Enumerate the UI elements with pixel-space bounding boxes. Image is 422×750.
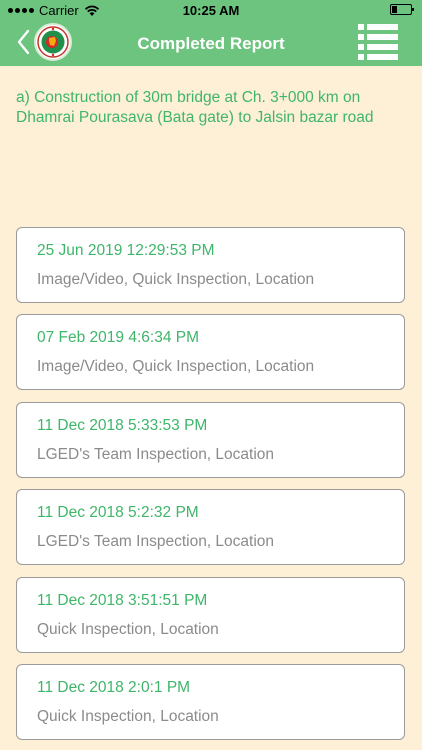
report-date: 25 Jun 2019 12:29:53 PM (37, 242, 215, 259)
report-date: 11 Dec 2018 3:51:51 PM (37, 592, 208, 609)
report-card[interactable]: 07 Feb 2019 4:6:34 PM Image/Video, Quick… (16, 314, 405, 390)
report-card[interactable]: 11 Dec 2018 5:2:32 PM LGED's Team Inspec… (16, 489, 405, 565)
status-bar: Carrier 10:25 AM (0, 0, 422, 20)
report-types: Image/Video, Quick Inspection, Location (37, 358, 315, 375)
project-title: a) Construction of 30m bridge at Ch. 3+0… (16, 89, 374, 126)
menu-button[interactable] (358, 24, 398, 60)
navigation-bar: Completed Report (0, 20, 422, 66)
report-card[interactable]: 11 Dec 2018 5:33:53 PM LGED's Team Inspe… (16, 402, 405, 478)
report-types: LGED's Team Inspection, Location (37, 533, 275, 550)
report-types: Quick Inspection, Location (37, 621, 219, 638)
report-types: Image/Video, Quick Inspection, Location (37, 271, 315, 288)
battery-icon (390, 4, 414, 15)
report-date: 07 Feb 2019 4:6:34 PM (37, 329, 200, 346)
report-date: 11 Dec 2018 2:0:1 PM (37, 679, 191, 696)
report-card[interactable]: 11 Dec 2018 3:51:51 PM Quick Inspection,… (16, 577, 405, 653)
report-card[interactable]: 11 Dec 2018 2:0:1 PM Quick Inspection, L… (16, 664, 405, 740)
report-types: LGED's Team Inspection, Location (37, 446, 275, 463)
report-date: 11 Dec 2018 5:33:53 PM (37, 417, 208, 434)
status-time: 10:25 AM (182, 3, 240, 18)
report-date: 11 Dec 2018 5:2:32 PM (37, 504, 199, 521)
report-types: Quick Inspection, Location (37, 708, 219, 725)
report-card[interactable]: 25 Jun 2019 12:29:53 PM Image/Video, Qui… (16, 227, 405, 303)
